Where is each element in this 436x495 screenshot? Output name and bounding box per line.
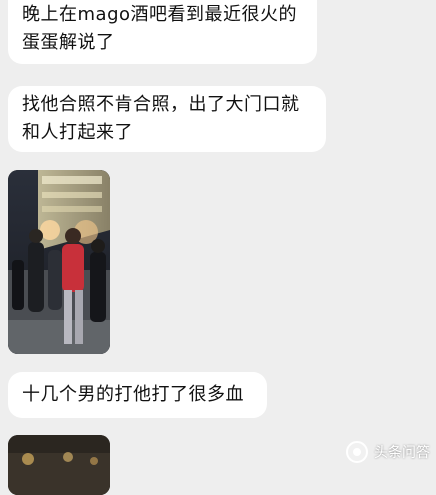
photo-message-2-partial[interactable] bbox=[8, 435, 110, 495]
chat-thread: 晚上在mago酒吧看到最近很火的 蛋蛋解说了 找他合照不肯合照，出了大门口就 和… bbox=[0, 0, 436, 495]
message-bubble-3[interactable]: 十几个男的打他打了很多血 bbox=[8, 372, 267, 418]
message-bubble-1[interactable]: 晚上在mago酒吧看到最近很火的 蛋蛋解说了 bbox=[8, 0, 317, 64]
toutiao-watermark: 头条问答 bbox=[346, 441, 430, 463]
photo-2-image bbox=[8, 435, 110, 495]
watermark-text: 头条问答 bbox=[374, 445, 430, 461]
message-1-line-1: 晚上在mago酒吧看到最近很火的 bbox=[22, 4, 298, 25]
photo-message-street-fight[interactable] bbox=[8, 170, 110, 354]
message-2-line-2: 和人打起来了 bbox=[22, 122, 133, 143]
message-3-line-1: 十几个男的打他打了很多血 bbox=[22, 384, 244, 405]
message-2-line-1: 找他合照不肯合照，出了大门口就 bbox=[22, 94, 300, 115]
toutiao-logo-icon bbox=[346, 441, 368, 463]
photo-image bbox=[8, 170, 110, 354]
message-bubble-2[interactable]: 找他合照不肯合照，出了大门口就 和人打起来了 bbox=[8, 86, 326, 152]
message-1-line-2: 蛋蛋解说了 bbox=[22, 32, 115, 53]
